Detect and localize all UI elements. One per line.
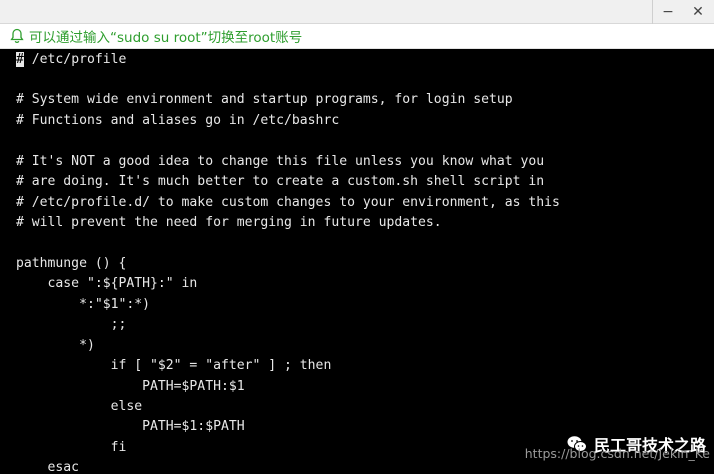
terminal-line: PATH=$PATH:$1 — [16, 379, 245, 394]
terminal-line: # System wide environment and startup pr… — [16, 92, 513, 107]
terminal-line: esac — [16, 460, 80, 474]
terminal-line: # It's NOT a good idea to change this fi… — [16, 154, 545, 169]
notice-text: 可以通过输入“sudo su root”切换至root账号 — [29, 30, 303, 46]
terminal-output[interactable]: # /etc/profile # System wide environment… — [0, 49, 714, 474]
terminal-line: # /etc/profile.d/ to make custom changes… — [16, 195, 560, 210]
terminal-cursor: # — [16, 52, 24, 67]
terminal-line: else — [16, 399, 143, 414]
watermark-url: https://blog.csdn.net/Jekin_Ke — [524, 446, 710, 461]
bell-icon — [10, 28, 24, 44]
terminal-line: fi — [16, 440, 127, 455]
terminal-line: # will prevent the need for merging in f… — [16, 215, 442, 230]
terminal-line: PATH=$1:$PATH — [16, 419, 245, 434]
terminal-line: *:"$1":*) — [16, 297, 151, 312]
terminal-line: # are doing. It's much better to create … — [16, 174, 545, 189]
close-button[interactable]: ✕ — [683, 0, 713, 24]
terminal-line: *) — [16, 338, 95, 353]
terminal-line: pathmunge () { — [16, 256, 127, 271]
terminal-line: # /etc/profile — [16, 52, 127, 67]
terminal-line: # Functions and aliases go in /etc/bashr… — [16, 113, 340, 128]
terminal-line: case ":${PATH}:" in — [16, 276, 198, 291]
terminal-line: ;; — [16, 317, 127, 332]
notice-bar: 可以通过输入“sudo su root”切换至root账号 — [0, 24, 714, 49]
minimize-button[interactable]: − — [652, 0, 683, 24]
window-titlebar: − ✕ — [0, 0, 714, 24]
terminal-line: if [ "$2" = "after" ] ; then — [16, 358, 332, 373]
